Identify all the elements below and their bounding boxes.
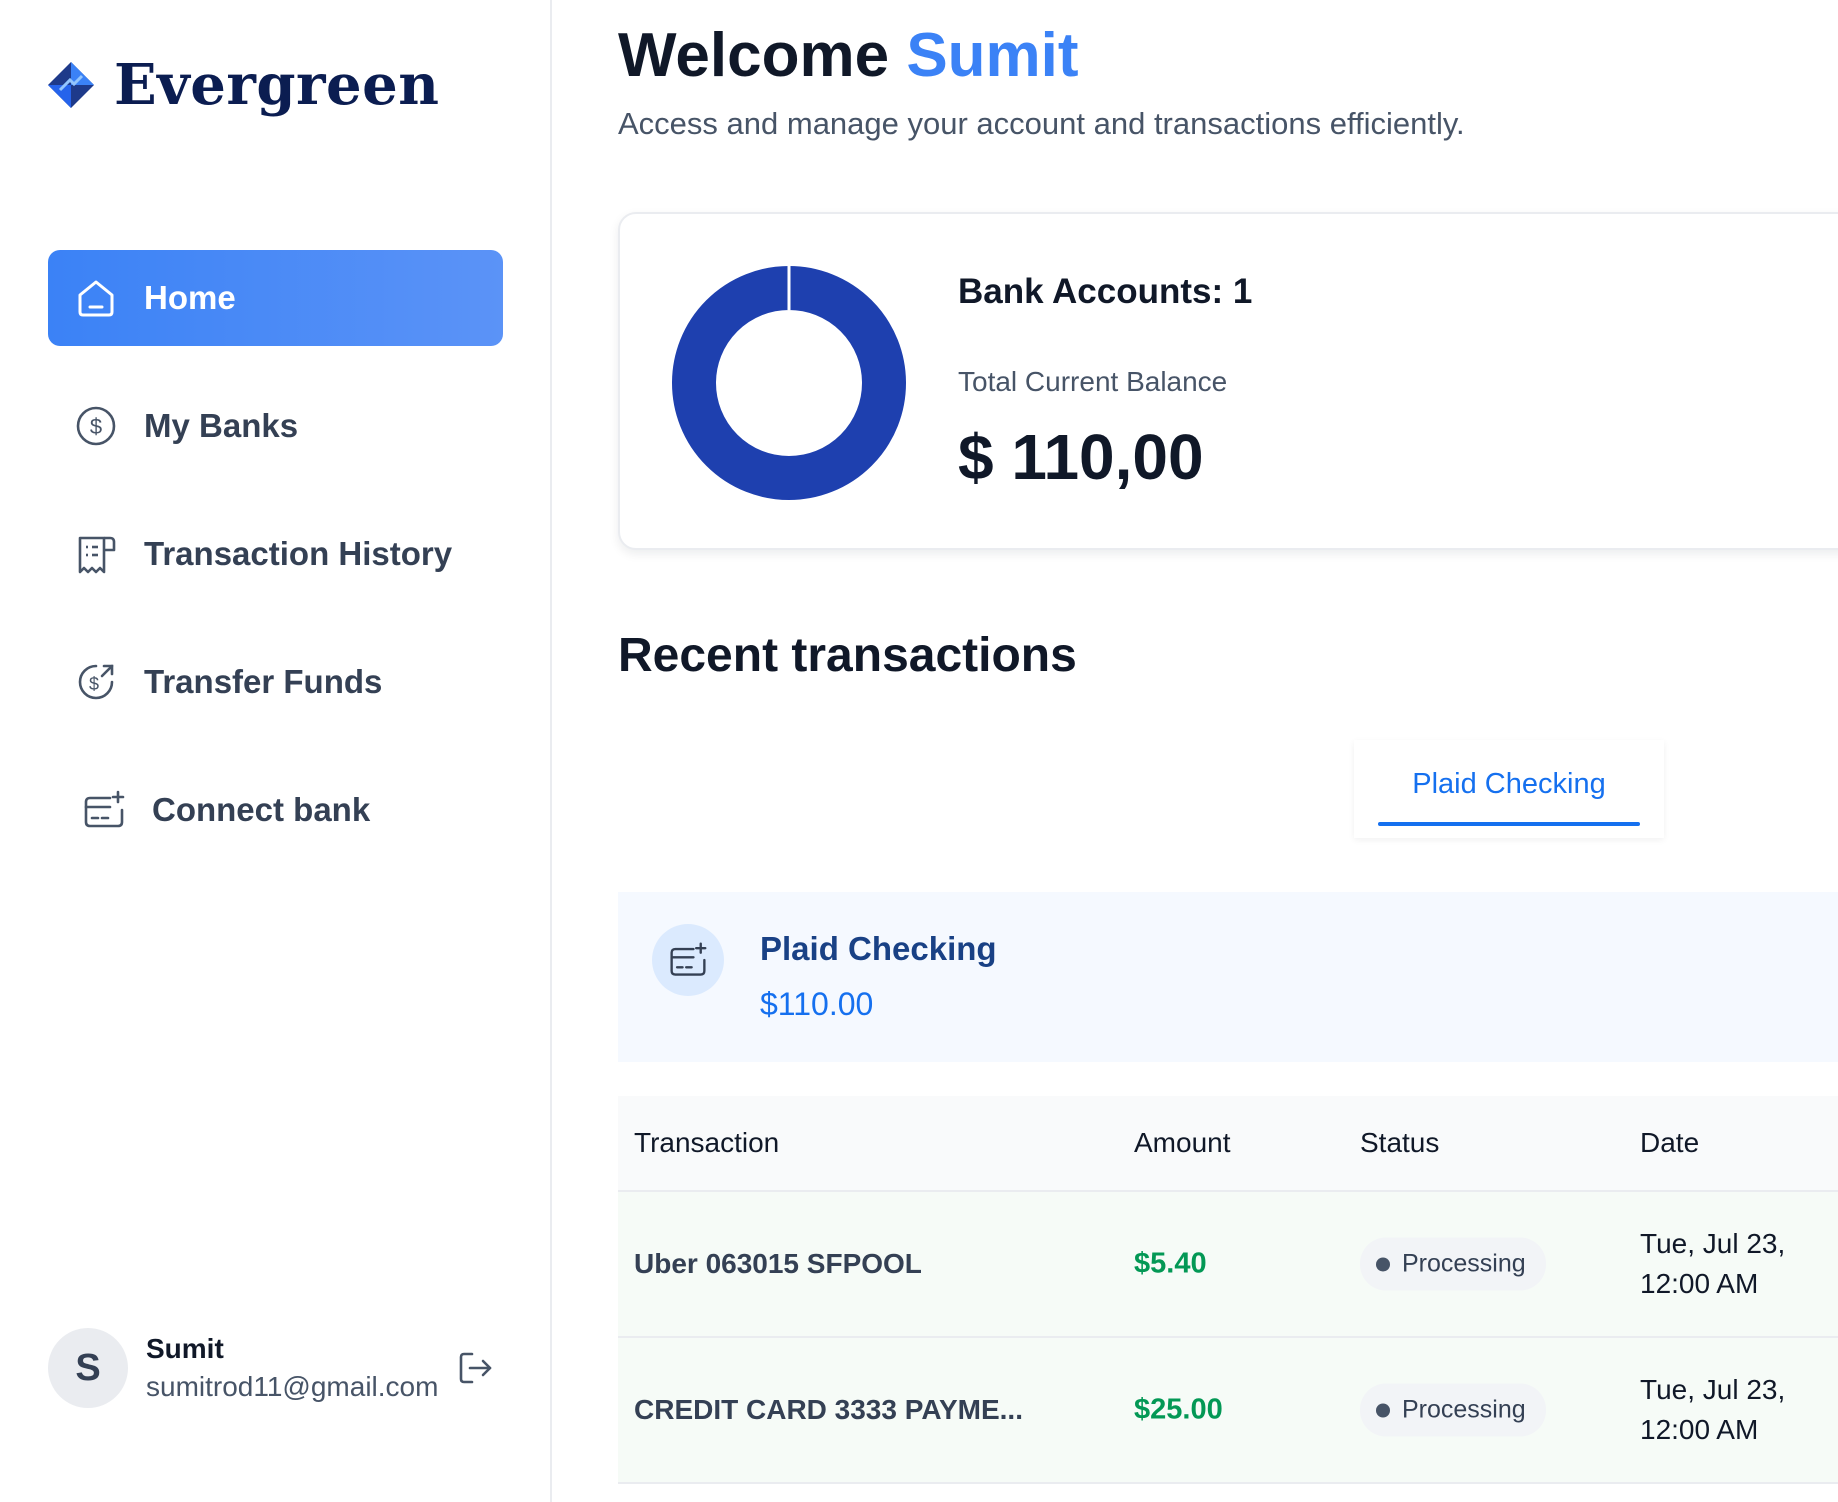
donut-ring (672, 266, 906, 500)
user-footer: S Sumit sumitrod11@gmail.com (48, 1328, 508, 1408)
welcome-prefix: Welcome (618, 21, 890, 90)
sidebar-item-my-banks[interactable]: $ My Banks (48, 378, 503, 474)
welcome-user-name: Sumit (906, 21, 1079, 90)
sidebar-item-label: Connect bank (152, 791, 371, 828)
recent-transactions-title: Recent transactions (618, 629, 1077, 682)
time-line: 12:00 AM (1640, 1414, 1759, 1445)
receipt-icon (74, 532, 118, 576)
sidebar-nav: Home $ My Banks Transaction History $ Tr… (48, 250, 503, 890)
transaction-amount: $5.40 (1134, 1247, 1207, 1280)
main-content: Welcome Sumit Access and manage your acc… (618, 0, 1838, 1502)
transaction-date: Tue, Jul 23, 12:00 AM (1640, 1224, 1838, 1304)
dollar-circle-icon: $ (74, 404, 118, 448)
card-add-icon (82, 788, 126, 832)
transaction-name: CREDIT CARD 3333 PAYME... (634, 1394, 1023, 1425)
status-label: Processing (1402, 1395, 1526, 1424)
sidebar-item-transfer-funds[interactable]: $ Transfer Funds (48, 634, 503, 730)
transaction-name: Uber 063015 SFPOOL (634, 1248, 922, 1279)
time-line: 12:00 AM (1640, 1268, 1759, 1299)
page-title: Welcome Sumit (618, 20, 1079, 91)
transactions-table: Transaction Amount Status Date Uber 0630… (618, 1096, 1838, 1484)
user-name: Sumit (146, 1333, 224, 1364)
table-row[interactable]: CREDIT CARD 3333 PAYME... $25.00 Process… (618, 1338, 1838, 1484)
status-badge: Processing (1360, 1383, 1546, 1437)
column-header-transaction: Transaction (634, 1127, 780, 1158)
user-email: sumitrod11@gmail.com (146, 1371, 439, 1402)
brand-logo[interactable]: Evergreen (46, 52, 440, 118)
status-dot-icon (1376, 1403, 1390, 1417)
tab-active-indicator (1378, 822, 1640, 826)
sidebar-item-transaction-history[interactable]: Transaction History (48, 506, 503, 602)
column-header-amount: Amount (1134, 1127, 1231, 1158)
sidebar-item-connect-bank[interactable]: Connect bank (48, 762, 503, 858)
user-info: Sumit sumitrod11@gmail.com (146, 1333, 438, 1403)
bank-account-balance: $110.00 (760, 986, 874, 1022)
logout-icon[interactable] (456, 1348, 496, 1388)
bank-accounts-count: Bank Accounts: 1 (958, 272, 1253, 311)
transaction-amount: $25.00 (1134, 1393, 1223, 1426)
column-header-status: Status (1360, 1127, 1440, 1158)
svg-text:$: $ (90, 414, 102, 439)
home-icon (74, 276, 118, 320)
table-row[interactable]: Uber 063015 SFPOOL $5.40 Processing Tue,… (618, 1192, 1838, 1338)
sidebar: Evergreen Home $ My Banks Transaction Hi… (0, 0, 552, 1502)
svg-text:$: $ (89, 674, 99, 694)
sidebar-item-label: Home (144, 279, 236, 316)
status-label: Processing (1402, 1249, 1526, 1278)
diamond-logo-icon (48, 62, 94, 108)
app-window: Evergreen Home $ My Banks Transaction Hi… (0, 0, 1838, 1502)
date-line: Tue, Jul 23, (1640, 1374, 1786, 1405)
sidebar-item-label: Transaction History (144, 535, 453, 572)
bank-info-card[interactable]: Plaid Checking $110.00 (618, 892, 1838, 1062)
status-badge: Processing (1360, 1237, 1546, 1291)
transaction-date: Tue, Jul 23, 12:00 AM (1640, 1370, 1838, 1450)
tab-label: Plaid Checking (1412, 768, 1606, 800)
sidebar-item-label: My Banks (144, 407, 299, 444)
total-balance-label: Total Current Balance (958, 366, 1228, 397)
status-dot-icon (1376, 1257, 1390, 1271)
bank-account-name: Plaid Checking (760, 930, 997, 967)
column-header-date: Date (1640, 1127, 1700, 1158)
sidebar-item-label: Transfer Funds (144, 663, 383, 700)
brand-name: Evergreen (114, 52, 440, 118)
money-send-icon: $ (74, 660, 118, 704)
avatar[interactable]: S (48, 1328, 128, 1408)
date-line: Tue, Jul 23, (1640, 1228, 1786, 1259)
page-subtitle: Access and manage your account and trans… (618, 106, 1465, 141)
sidebar-item-home[interactable]: Home (48, 250, 503, 346)
balance-donut-chart (672, 266, 906, 500)
tab-plaid-checking[interactable]: Plaid Checking (1354, 740, 1664, 838)
card-add-icon (652, 924, 724, 996)
table-header: Transaction Amount Status Date (618, 1096, 1838, 1192)
total-balance-card: Bank Accounts: 1 Total Current Balance $… (618, 212, 1838, 550)
total-balance-amount: $ 110,00 (958, 421, 1204, 493)
